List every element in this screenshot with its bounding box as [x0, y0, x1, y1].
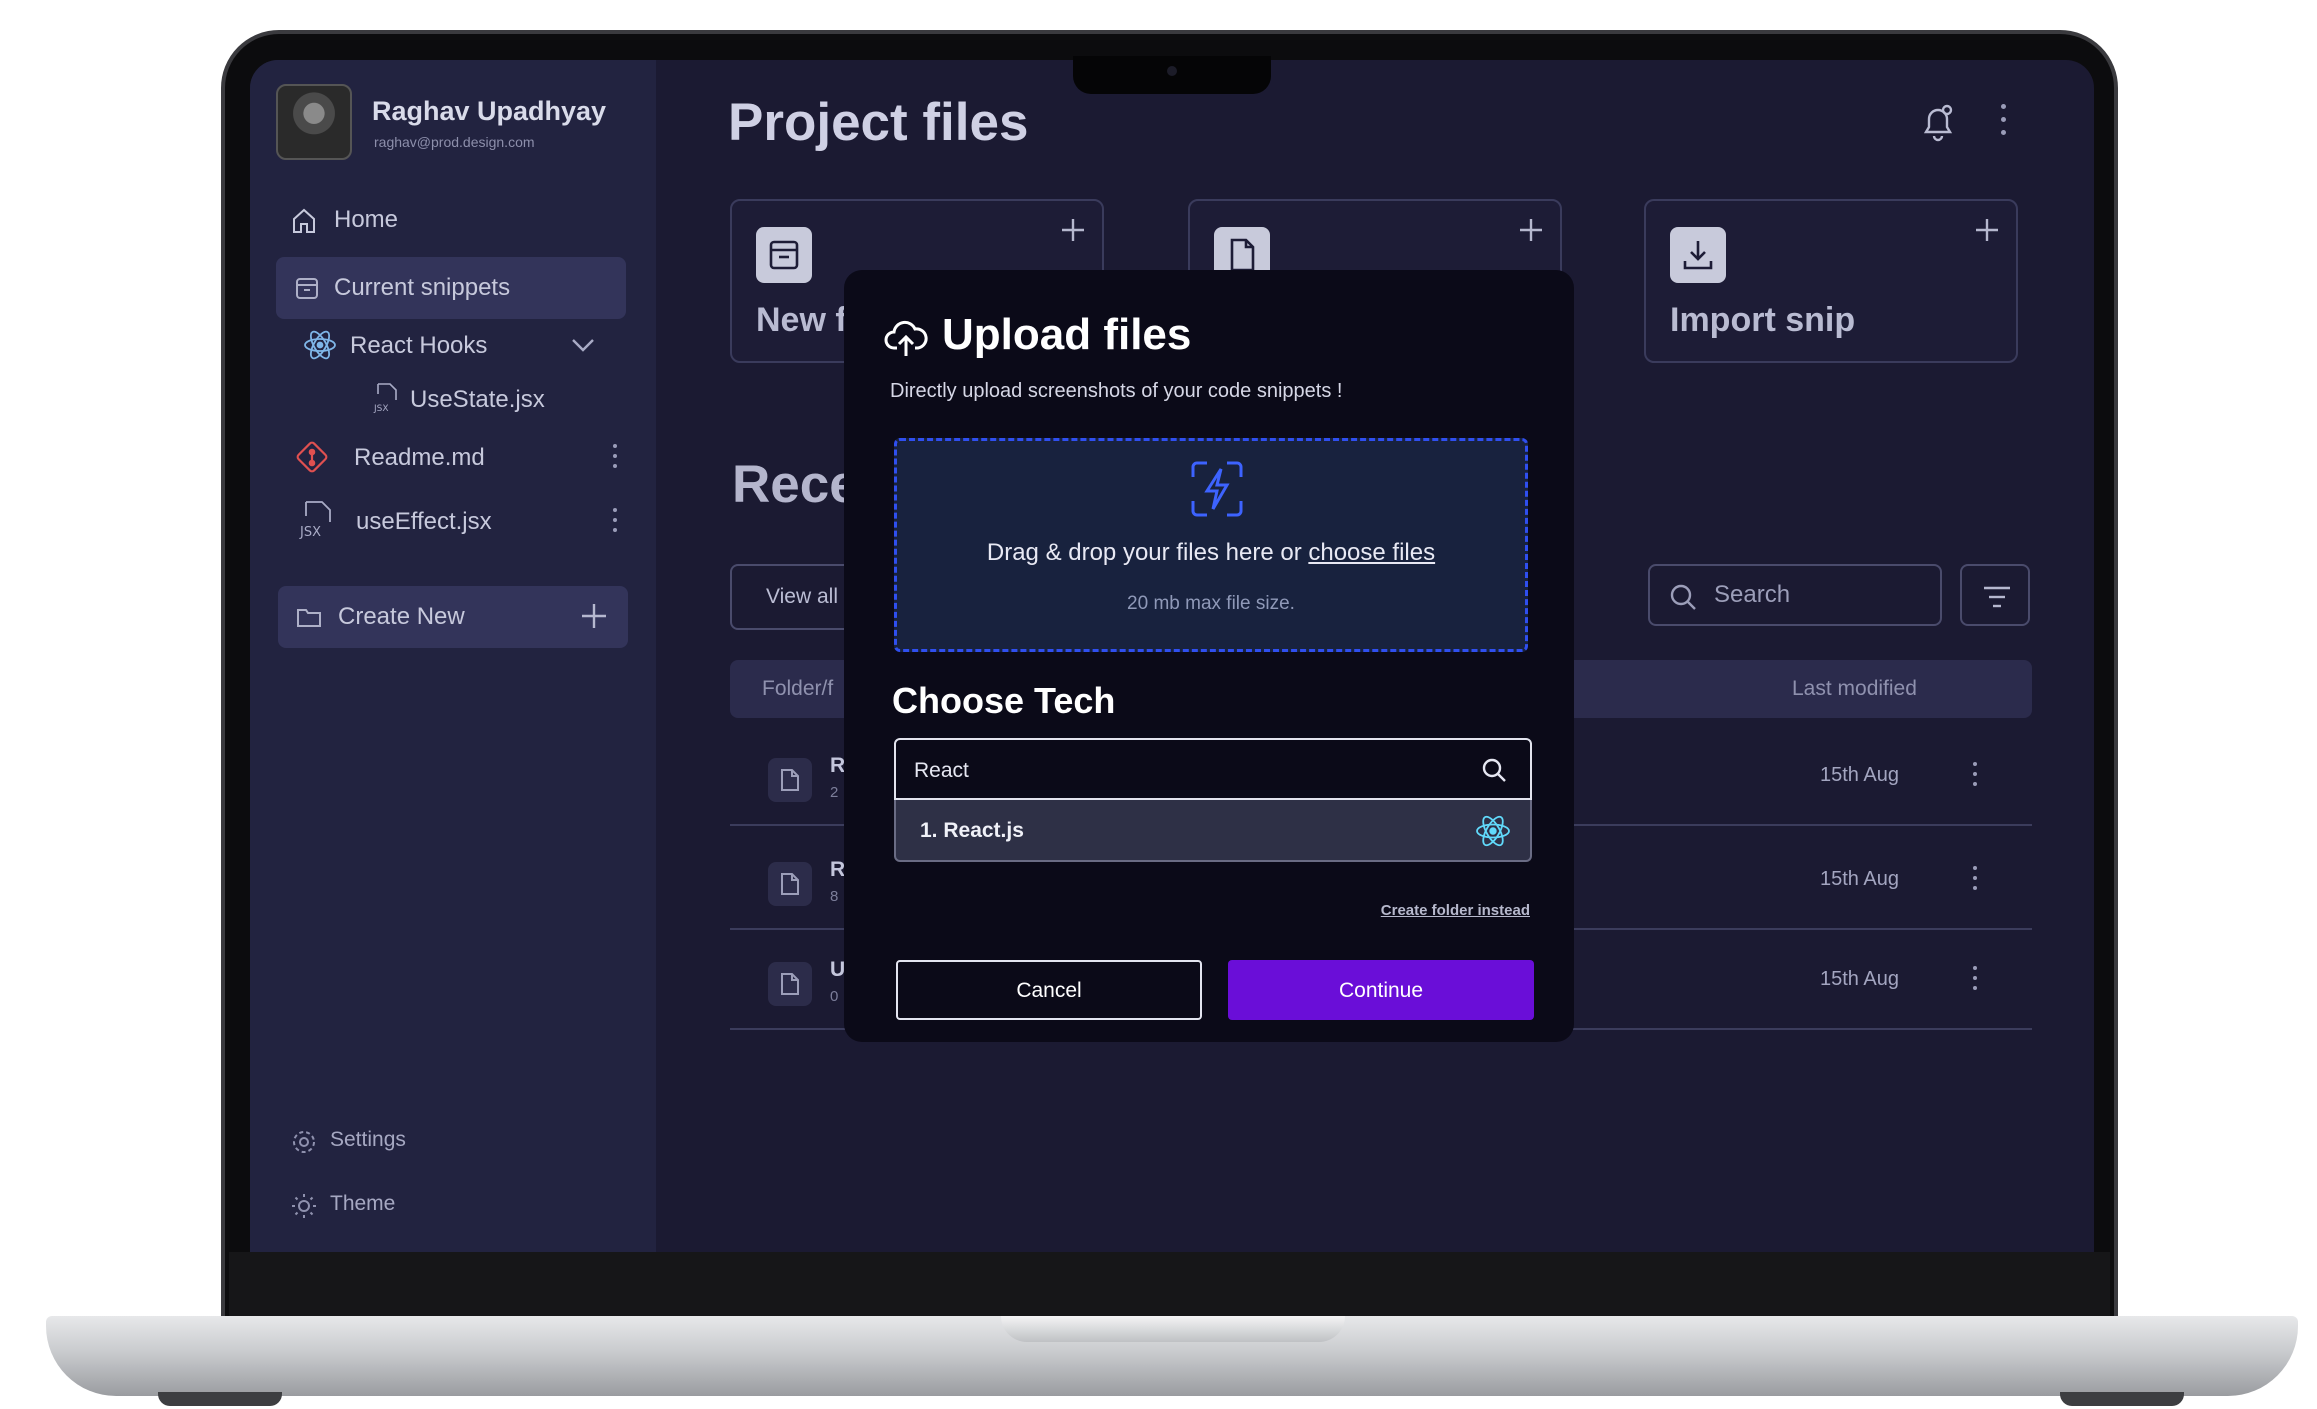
search-placeholder: Search [1714, 581, 1791, 608]
file-name: R [830, 858, 846, 881]
file-date: 15th Aug [1820, 764, 1899, 786]
laptop-hinge-notch [1001, 1316, 1345, 1342]
tree-item-label: React Hooks [350, 332, 488, 359]
laptop-foot-right [2060, 1392, 2184, 1406]
import-snip-card[interactable]: Import snip [1644, 199, 2018, 363]
more-icon[interactable] [612, 444, 618, 472]
plus-icon [1062, 219, 1084, 241]
gear-icon [293, 1131, 315, 1153]
search-icon [1670, 584, 1696, 610]
notification-bell-icon[interactable] [1916, 100, 1960, 144]
filter-button[interactable] [1960, 564, 2030, 626]
filter-icon [1984, 586, 2010, 608]
plus-icon [1976, 219, 1998, 241]
svg-text:JSX: JSX [373, 404, 389, 414]
download-icon [1670, 227, 1726, 283]
camera-icon [1167, 66, 1177, 76]
more-icon[interactable] [2000, 104, 2006, 135]
continue-button[interactable]: Continue [1228, 960, 1534, 1020]
tree-file-readme[interactable]: Readme.md [290, 432, 650, 482]
tech-option-react[interactable]: 1. React.js [894, 800, 1532, 862]
create-new-label: Create New [338, 603, 465, 630]
user-email: raghav@prod.design.com [374, 134, 535, 150]
sidebar-item-current-snippets[interactable]: Current snippets [276, 257, 626, 319]
tree-item-label: UseState.jsx [410, 386, 545, 413]
cloud-upload-icon [884, 320, 928, 356]
upload-flash-icon [1191, 461, 1243, 517]
dropzone-instruction: Drag & drop your files here or [986, 539, 1309, 566]
sun-icon [292, 1194, 316, 1218]
card-label: Import snip [1670, 301, 1856, 339]
file-meta: 2 [830, 784, 839, 801]
more-icon[interactable] [1972, 762, 1978, 790]
sidebar-item-theme[interactable]: Theme [290, 1186, 590, 1226]
file-icon [768, 758, 812, 802]
dropzone-text: Drag & drop your files here or choose fi… [897, 539, 1525, 567]
react-icon [304, 330, 336, 360]
tree-folder-react-hooks[interactable]: React Hooks [290, 320, 650, 370]
tree-file-usestate[interactable]: JSX UseState.jsx [290, 374, 650, 424]
tech-search-input[interactable]: React [894, 738, 1532, 800]
tree-item-label: Readme.md [354, 444, 485, 471]
more-icon[interactable] [612, 508, 618, 536]
search-icon [1482, 758, 1506, 782]
column-header-name: Folder/f [762, 677, 834, 700]
svg-text:JSX: JSX [299, 525, 321, 540]
react-icon [1476, 815, 1510, 847]
modal-title: Upload files [942, 310, 1192, 359]
sidebar-item-settings[interactable]: Settings [290, 1122, 590, 1162]
column-header-modified: Last modified [1792, 677, 1917, 700]
tree-file-useeffect[interactable]: JSX useEffect.jsx [290, 496, 650, 546]
section-title: Rece [732, 455, 859, 514]
file-meta: 8 [830, 888, 839, 905]
sidebar-item-label: Home [334, 206, 399, 233]
card-label: New f [756, 301, 847, 339]
sidebar: Raghav Upadhyay raghav@prod.design.com H… [250, 60, 656, 1252]
upload-modal: Upload files Directly upload screenshots… [844, 270, 1574, 1042]
jsx-file-icon: JSX [299, 501, 331, 540]
file-name: R [830, 754, 846, 777]
user-name: Raghav Upadhyay [372, 96, 607, 126]
more-icon[interactable] [1972, 866, 1978, 894]
page-title: Project files [728, 93, 1029, 152]
modal-subtitle: Directly upload screenshots of your code… [890, 380, 1343, 402]
git-icon [296, 441, 328, 473]
laptop-chin [229, 1252, 2110, 1320]
plus-icon [1520, 219, 1542, 241]
tech-search-value: React [914, 759, 969, 782]
file-icon [768, 962, 812, 1006]
plus-icon [582, 604, 606, 628]
chevron-down-icon[interactable] [570, 336, 596, 354]
app-screen: Raghav Upadhyay raghav@prod.design.com H… [250, 60, 2094, 1252]
archive-icon [756, 227, 812, 283]
archive-icon [296, 278, 318, 299]
choose-files-link[interactable]: choose files [1308, 539, 1435, 566]
sidebar-item-label: Settings [330, 1128, 406, 1151]
laptop-foot-left [158, 1392, 282, 1406]
avatar[interactable] [276, 84, 352, 160]
home-icon [293, 208, 315, 233]
file-dropzone[interactable]: Drag & drop your files here or choose fi… [894, 438, 1528, 652]
file-date: 15th Aug [1820, 968, 1899, 990]
file-icon [768, 862, 812, 906]
file-name: U [830, 958, 846, 981]
camera-notch [1073, 56, 1271, 94]
create-folder-link[interactable]: Create folder instead [1381, 902, 1530, 919]
dropzone-hint: 20 mb max file size. [1127, 593, 1295, 614]
cancel-button[interactable]: Cancel [896, 960, 1202, 1020]
sidebar-item-label: Theme [330, 1192, 396, 1215]
choose-tech-title: Choose Tech [892, 680, 1116, 721]
more-icon[interactable] [1972, 966, 1978, 994]
file-meta: 0 [830, 988, 839, 1005]
sidebar-item-label: Current snippets [334, 274, 511, 301]
file-date: 15th Aug [1820, 868, 1899, 890]
create-new-button[interactable]: Create New [278, 586, 628, 648]
tree-item-label: useEffect.jsx [356, 508, 492, 535]
jsx-file-icon: JSX [373, 383, 397, 414]
folder-icon [297, 609, 321, 627]
tech-option-label: 1. React.js [920, 819, 1024, 842]
search-input[interactable]: Search [1648, 564, 1942, 626]
sidebar-item-home[interactable]: Home [274, 194, 644, 248]
